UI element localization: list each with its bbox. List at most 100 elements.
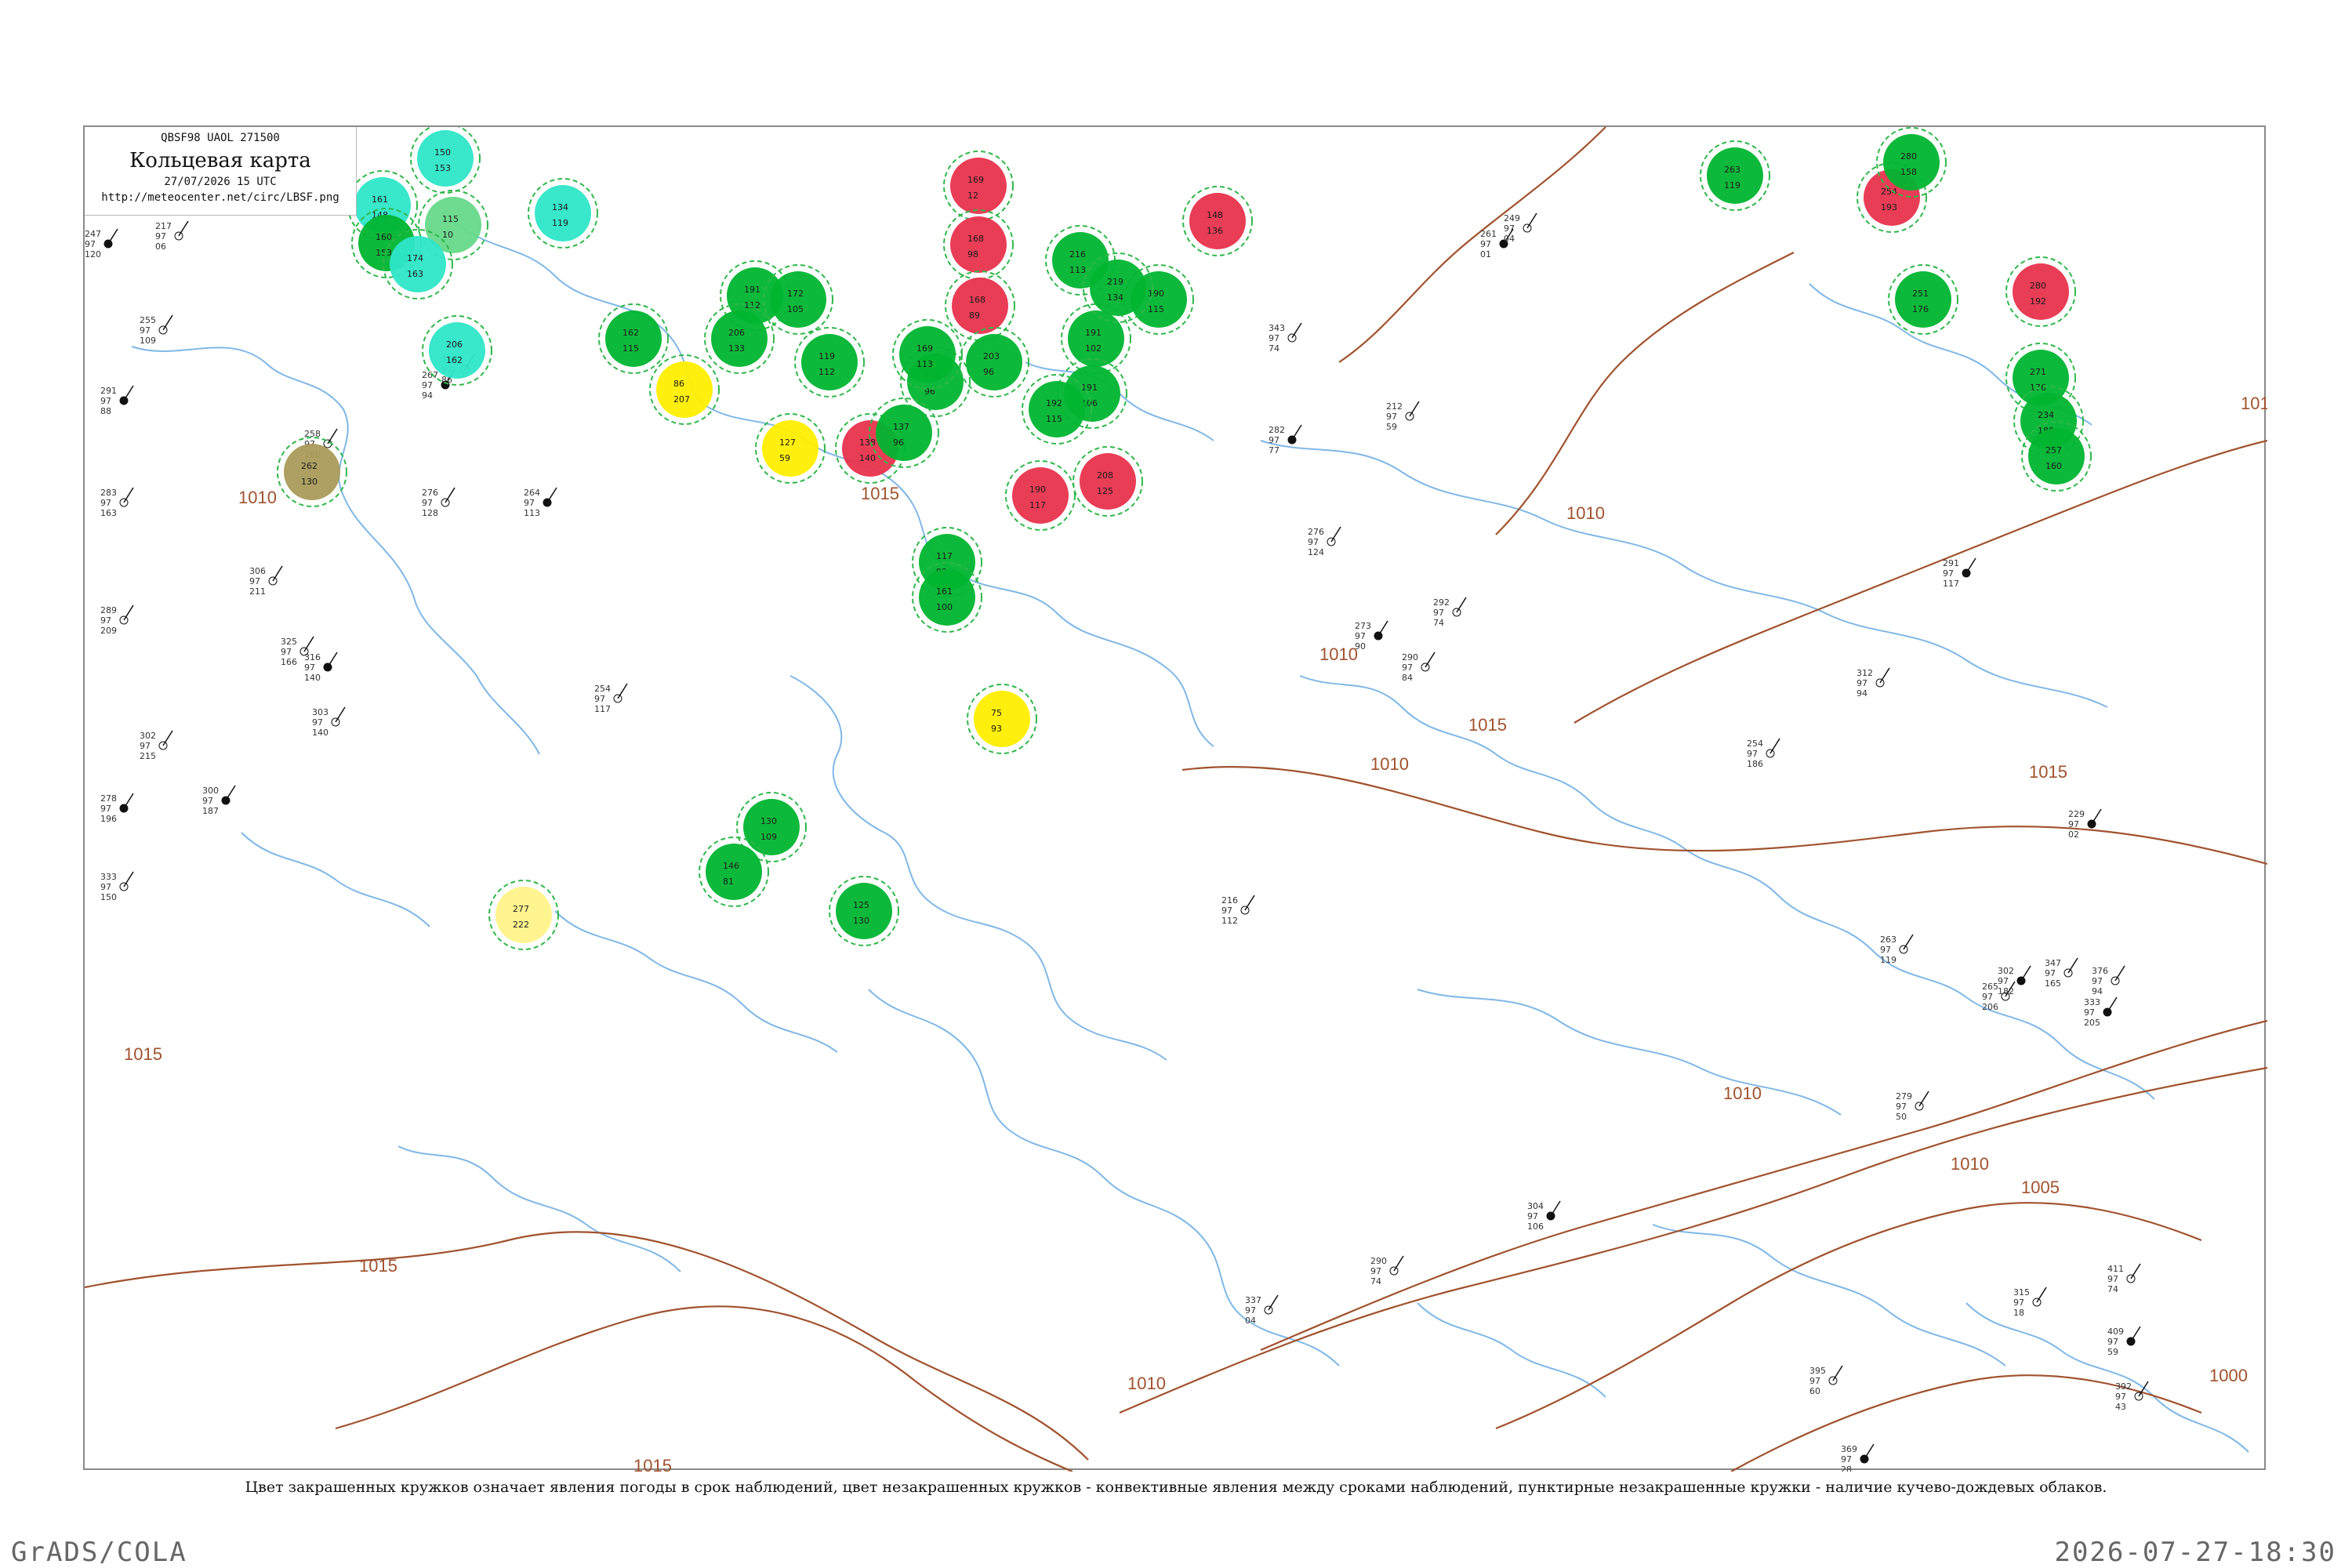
weather-circle-green[interactable]: 119 112	[794, 327, 865, 397]
station-value: 333	[2084, 997, 2100, 1007]
wind-barb	[123, 487, 134, 503]
circle-value-bottom: 119	[552, 218, 568, 228]
station-value: 263	[1880, 935, 1896, 945]
circle-value-bottom: 102	[1085, 343, 1102, 354]
wind-barb	[123, 604, 134, 621]
weather-circle-green[interactable]: 162 115	[598, 303, 669, 374]
station-value: 97	[422, 380, 433, 390]
station-value: 292	[1433, 597, 1450, 608]
weather-circle-green[interactable]: 146 81	[699, 837, 769, 907]
station-plot: 34797165	[2045, 957, 2078, 989]
circle-value-top: 138	[859, 437, 876, 448]
weather-circle-red[interactable]: 169 12	[943, 151, 1014, 221]
weather-circle-green[interactable]: 280 158	[1876, 127, 1947, 198]
station-plot: 27697124	[1308, 526, 1341, 557]
weather-circle-green[interactable]: 161 100	[912, 562, 982, 633]
weather-disc	[2013, 263, 2069, 320]
weather-circle-red[interactable]: 208 125	[1073, 446, 1143, 517]
station-value: 97	[304, 662, 315, 673]
station-value: 97	[524, 498, 535, 508]
station-value: 333	[100, 872, 117, 882]
station-value: 254	[1747, 739, 1763, 749]
station-plot: 30297182	[1998, 965, 2031, 996]
weather-disc	[770, 271, 826, 328]
weather-circle-green[interactable]: 206 133	[704, 303, 775, 374]
station-value: 97	[1308, 537, 1319, 547]
weather-circle-cyan[interactable]: 174 163	[383, 229, 453, 299]
isobar-label: 1000	[2209, 1366, 2248, 1385]
weather-circle-red[interactable]: 168 98	[943, 209, 1014, 280]
station-value: 120	[85, 249, 101, 260]
circle-value-top: 174	[407, 253, 423, 263]
station-value: 94	[422, 390, 433, 401]
weather-circle-red[interactable]: 148 136	[1182, 186, 1253, 256]
station-value: 290	[1402, 652, 1418, 662]
wind-barb	[123, 793, 134, 809]
weather-circle-yellow[interactable]: 127 59	[755, 413, 826, 484]
footer-timestamp: 2026-07-27-18:30	[2054, 1537, 2336, 1568]
station-value: 90	[1355, 641, 1366, 652]
circle-value-top: 168	[969, 295, 985, 305]
weather-circle-green[interactable]: 263 119	[1700, 140, 1770, 211]
wind-barb	[1918, 1091, 1929, 1107]
isobar-label: 1015	[359, 1256, 397, 1276]
station-value: 306	[249, 566, 266, 576]
circle-value-bottom: 100	[936, 602, 953, 612]
station-plot: 33397150	[100, 871, 134, 902]
station-value: 265	[1982, 982, 1998, 992]
weather-circle-olive[interactable]: 262 130	[277, 437, 347, 507]
weather-circle-cyan[interactable]: 150 153	[410, 127, 481, 194]
station-value: 74	[2107, 1284, 2118, 1294]
wind-barb	[327, 428, 338, 445]
circle-value-top: 271	[2030, 367, 2046, 377]
wind-barb	[2036, 1287, 2047, 1303]
weather-circle-green[interactable]: 219 134	[1083, 252, 1153, 323]
station-value: 97	[1386, 412, 1397, 422]
footer-software: GrADS/COLA	[11, 1537, 187, 1568]
station-value: 150	[100, 892, 117, 902]
weather-circle-green[interactable]: 169 113	[892, 319, 963, 390]
circle-value-bottom: 130	[301, 477, 318, 487]
circle-value-bottom: 115	[1046, 414, 1062, 424]
weather-disc	[836, 883, 892, 939]
wind-barb	[445, 487, 456, 503]
circle-value-bottom: 105	[787, 304, 804, 314]
station-plot: 2299702	[2068, 808, 2102, 840]
circle-value-top: 169	[916, 343, 933, 354]
station-plot: 29197117	[1943, 557, 1976, 589]
station-value: 229	[2068, 809, 2085, 819]
weather-circle-green[interactable]: 251 176	[1888, 264, 1958, 335]
isobar-labels: 1010 1010 1010 1010 1010 1010 1010 1010 1015 1015…	[124, 394, 2267, 1472]
weather-circle-yellow[interactable]: 75 93	[967, 684, 1037, 754]
weather-circle-light_yellow[interactable]: 277 222	[488, 880, 559, 950]
wind-barb	[335, 706, 346, 723]
weather-circle-green[interactable]: 257 160	[2021, 421, 2092, 492]
circle-value-bottom: 119	[1724, 180, 1740, 191]
circle-value-top: 172	[787, 289, 804, 299]
weather-circle-green[interactable]: 172 105	[763, 264, 833, 335]
station-plot: 27697128	[422, 487, 456, 518]
station-value: 247	[85, 229, 101, 239]
weather-circle-green[interactable]: 192 115	[1022, 374, 1092, 445]
weather-circle-red[interactable]: 280 192	[2005, 256, 2076, 327]
synoptic-map[interactable]: 1010101010101010101010101010101010151015…	[83, 125, 2267, 1472]
weather-circle-red[interactable]: 190 117	[1005, 460, 1076, 531]
weather-circle-green[interactable]: 137 96	[869, 397, 939, 468]
wind-barb	[225, 785, 236, 801]
map-source-url[interactable]: http://meteocenter.net/circ/LBSF.png	[85, 191, 356, 204]
station-value: 97	[2013, 1298, 2024, 1308]
weather-circle-cyan[interactable]: 134 119	[528, 178, 598, 249]
station-value: 187	[202, 806, 219, 816]
station-plot: 25497117	[594, 683, 628, 714]
station-value: 97	[1880, 945, 1891, 955]
circle-value-bottom: 192	[2030, 296, 2046, 307]
weather-circle-green[interactable]: 203 96	[959, 327, 1029, 397]
circle-value-top: 162	[622, 328, 639, 338]
weather-circle-green[interactable]: 125 130	[829, 876, 899, 946]
station-plot: 30497106	[1527, 1200, 1561, 1232]
weather-circle-yellow[interactable]: 86 207	[649, 354, 720, 425]
station-value: 84	[1402, 673, 1413, 683]
wind-barb	[1268, 1294, 1279, 1311]
weather-circle-cyan[interactable]: 206 162	[422, 315, 492, 386]
circle-value-top: 219	[1107, 277, 1123, 287]
